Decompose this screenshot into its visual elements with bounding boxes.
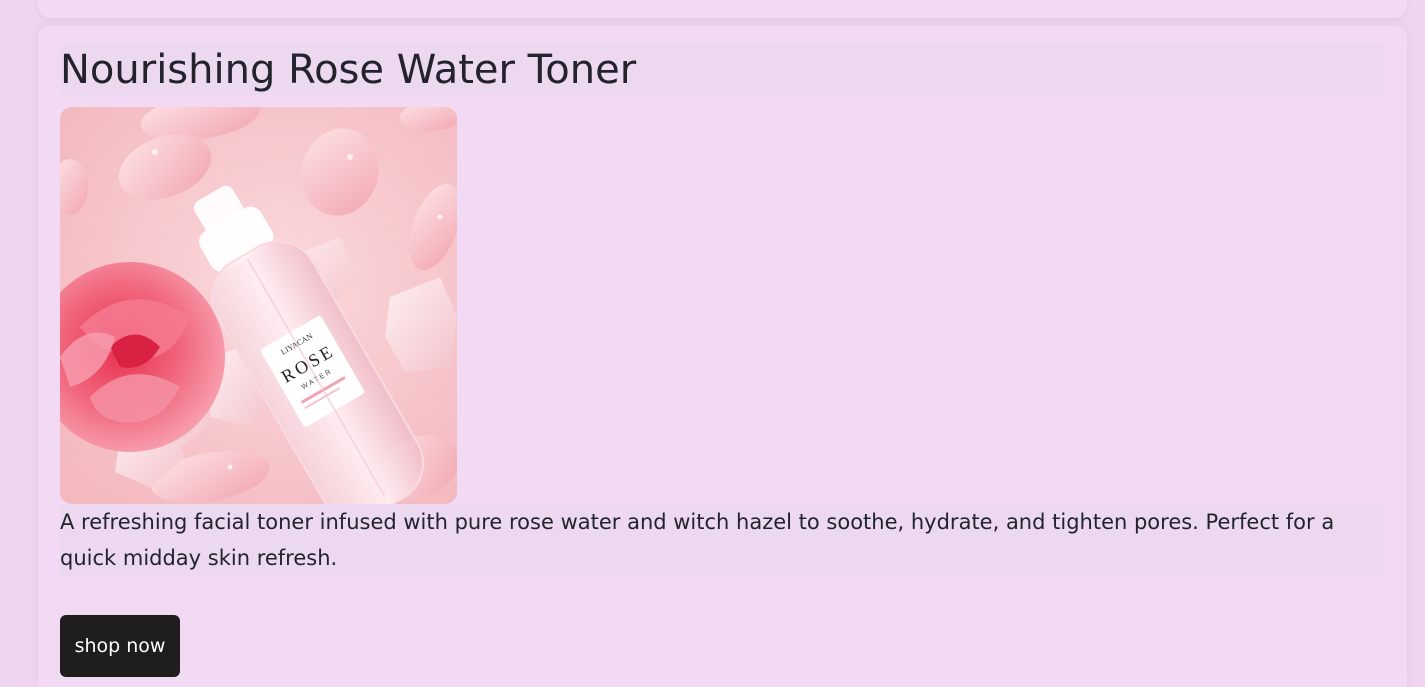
description-highlight: A refreshing facial toner infused with p… xyxy=(60,504,1385,576)
shop-now-button[interactable]: shop now xyxy=(60,615,180,677)
previous-card-edge xyxy=(38,0,1407,18)
title-highlight: Nourishing Rose Water Toner xyxy=(60,44,1385,95)
product-title: Nourishing Rose Water Toner xyxy=(60,47,637,93)
rose-water-photo: LIYACAN ROSE WATER xyxy=(60,107,457,504)
product-image: LIYACAN ROSE WATER xyxy=(60,107,457,504)
product-card: Nourishing Rose Water Toner A refreshing… xyxy=(38,26,1407,687)
product-description: A refreshing facial toner infused with p… xyxy=(60,510,1335,570)
page: Nourishing Rose Water Toner A refreshing… xyxy=(0,0,1425,687)
